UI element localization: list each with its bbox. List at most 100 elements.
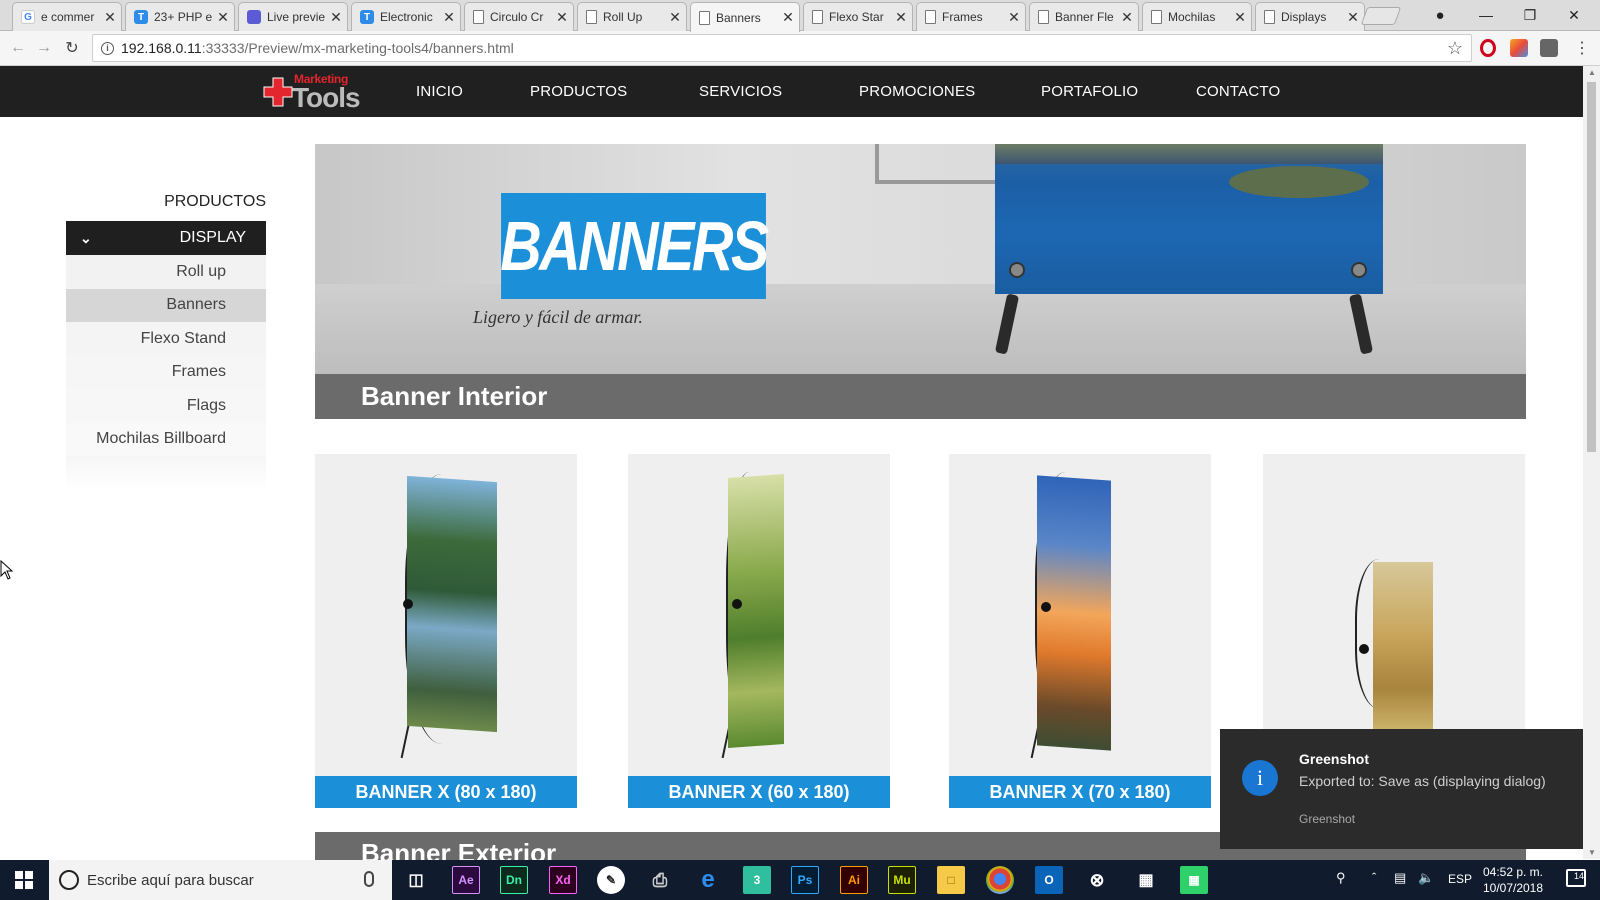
browser-tab[interactable]: Mochilas ✕ [1142, 2, 1252, 31]
browser-tab[interactable]: T Electronic ✕ [351, 2, 461, 31]
pen-app-icon[interactable]: ✎ [597, 866, 625, 894]
nav-inicio[interactable]: INICIO [416, 66, 463, 117]
chrome-icon[interactable] [986, 866, 1014, 894]
color-extension-icon[interactable] [1510, 39, 1528, 57]
maximize-button[interactable]: ❐ [1508, 0, 1552, 30]
taskbar-clock[interactable]: 04:52 p. m. 10/07/2018 [1478, 864, 1548, 896]
forward-arrow-icon[interactable]: → [34, 38, 54, 58]
after-effects-icon[interactable]: Ae [452, 866, 480, 894]
close-window-button[interactable]: ✕ [1552, 0, 1596, 30]
browser-tab[interactable]: Roll Up ✕ [577, 2, 687, 31]
opera-extension-icon[interactable] [1480, 39, 1496, 57]
sidebar-item-frames[interactable]: Frames [66, 355, 266, 389]
taskbar-search-placeholder: Escribe aquí para buscar [87, 871, 254, 889]
back-arrow-icon[interactable]: ← [8, 38, 28, 58]
tab-close-icon[interactable]: ✕ [781, 9, 795, 26]
site-logo[interactable]: Marketing Tools [262, 72, 361, 113]
menu-kebab-icon[interactable]: ⋮ [1572, 38, 1592, 58]
sidebar-item-roll-up[interactable]: Roll up [66, 255, 266, 289]
nav-productos[interactable]: PRODUCTOS [530, 66, 627, 117]
people-icon[interactable]: ⚲ [1336, 870, 1346, 886]
product-label[interactable]: BANNER X (80 x 180) [315, 776, 577, 808]
tab-close-icon[interactable]: ✕ [555, 9, 569, 26]
reload-icon[interactable]: ↻ [62, 38, 82, 58]
sidebar-fade [66, 456, 266, 490]
tab-close-icon[interactable]: ✕ [1346, 9, 1360, 26]
tab-label: Live previe [267, 10, 326, 24]
browser-tab[interactable]: Displays ✕ [1255, 2, 1365, 31]
sidebar-item-banners[interactable]: Banners [66, 288, 266, 322]
browser-tab[interactable]: Ge commer ✕ [12, 2, 122, 31]
illustrator-icon[interactable]: Ai [840, 866, 868, 894]
volume-icon[interactable]: 🔈 [1418, 870, 1434, 886]
product-card[interactable]: BANNER X (60 x 180) [628, 454, 890, 808]
product-card[interactable]: BANNER X (70 x 180) [949, 454, 1211, 808]
tab-close-icon[interactable]: ✕ [216, 9, 230, 26]
tab-close-icon[interactable]: ✕ [894, 9, 908, 26]
windows-start-button[interactable] [0, 860, 48, 900]
browser-tab[interactable]: Frames ✕ [916, 2, 1026, 31]
product-sidebar: PRODUCTOS ⌄ DISPLAY Roll up Banners Flex… [66, 185, 266, 490]
windows-logo-icon [15, 871, 33, 889]
tab-close-icon[interactable]: ✕ [1233, 9, 1247, 26]
info-icon[interactable]: i [101, 42, 114, 55]
file-explorer-icon[interactable]: □ [937, 866, 965, 894]
extension-icon[interactable] [1540, 39, 1558, 57]
new-tab-button[interactable] [1360, 7, 1402, 25]
browser-tab[interactable]: Banner Fle ✕ [1029, 2, 1139, 31]
tab-close-icon[interactable]: ✕ [329, 9, 343, 26]
microphone-icon[interactable] [364, 871, 374, 887]
nav-servicios[interactable]: SERVICIOS [699, 66, 782, 117]
scroll-down-icon[interactable]: ▼ [1588, 848, 1596, 857]
language-indicator[interactable]: ESP [1448, 872, 1472, 886]
tab-close-icon[interactable]: ✕ [1007, 9, 1021, 26]
page-scrollbar[interactable]: ▲ ▼ [1583, 66, 1600, 859]
product-label[interactable]: BANNER X (70 x 180) [949, 776, 1211, 808]
nav-promociones[interactable]: PROMOCIONES [859, 66, 975, 117]
sidebar-group-display[interactable]: ⌄ DISPLAY [66, 221, 266, 255]
site-header: Marketing Tools INICIO PRODUCTOS SERVICI… [0, 66, 1583, 117]
tab-close-icon[interactable]: ✕ [442, 9, 456, 26]
nav-contacto[interactable]: CONTACTO [1196, 66, 1280, 117]
tab-close-icon[interactable]: ✕ [668, 9, 682, 26]
3d-app-icon[interactable]: 3 [743, 866, 771, 894]
greenshot-notification[interactable]: i Greenshot Exported to: Save as (displa… [1220, 729, 1583, 849]
scrollbar-thumb[interactable] [1587, 82, 1596, 452]
browser-tab[interactable]: Flexo Star ✕ [803, 2, 913, 31]
nav-portafolio[interactable]: PORTAFOLIO [1041, 66, 1138, 117]
taskbar-search-box[interactable]: Escribe aquí para buscar [49, 860, 392, 900]
browser-tab[interactable]: T 23+ PHP e ✕ [125, 2, 235, 31]
address-bar[interactable]: i 192.168.0.11:33333/Preview/mx-marketin… [92, 34, 1472, 62]
product-label[interactable]: BANNER X (60 x 180) [628, 776, 890, 808]
muse-icon[interactable]: Mu [888, 866, 916, 894]
printer-app-icon[interactable]: ⎙ [646, 866, 674, 894]
minimize-button[interactable]: — [1464, 0, 1508, 30]
outlook-icon[interactable]: O [1035, 866, 1063, 894]
sidebar-item-mochilas-billboard[interactable]: Mochilas Billboard [66, 422, 266, 456]
cortana-icon [59, 870, 79, 890]
greenshot-icon[interactable]: ▦ [1180, 866, 1208, 894]
product-card[interactable]: BANNER X (80 x 180) [315, 454, 577, 808]
browser-tab[interactable]: Circulo Cr ✕ [464, 2, 574, 31]
tray-chevron-up-icon[interactable]: ˆ [1372, 870, 1376, 885]
dimension-icon[interactable]: Dn [500, 866, 528, 894]
hero-stand-knob-right [1351, 262, 1367, 278]
store-icon[interactable]: ▦ [1132, 866, 1160, 894]
edge-icon[interactable]: e [694, 866, 722, 894]
tab-close-icon[interactable]: ✕ [103, 9, 117, 26]
task-view-icon[interactable]: ◫ [402, 866, 430, 894]
tab-close-icon[interactable]: ✕ [1120, 9, 1134, 26]
profile-icon[interactable]: ● [1418, 0, 1462, 30]
xbox-icon[interactable]: ⊗ [1083, 866, 1111, 894]
sidebar-item-flexo-stand[interactable]: Flexo Stand [66, 322, 266, 356]
scroll-up-icon[interactable]: ▲ [1588, 68, 1596, 77]
adobe-xd-icon[interactable]: Xd [549, 866, 577, 894]
bookmark-star-icon[interactable]: ☆ [1447, 38, 1463, 59]
network-icon[interactable]: ▤ [1394, 870, 1406, 886]
t-icon: T [360, 10, 374, 24]
browser-tab[interactable]: Banners ✕ [690, 2, 800, 32]
sidebar-item-flags[interactable]: Flags [66, 389, 266, 423]
photoshop-icon[interactable]: Ps [791, 866, 819, 894]
action-center-icon[interactable]: 14 [1566, 869, 1586, 887]
browser-tab[interactable]: Live previe ✕ [238, 2, 348, 31]
